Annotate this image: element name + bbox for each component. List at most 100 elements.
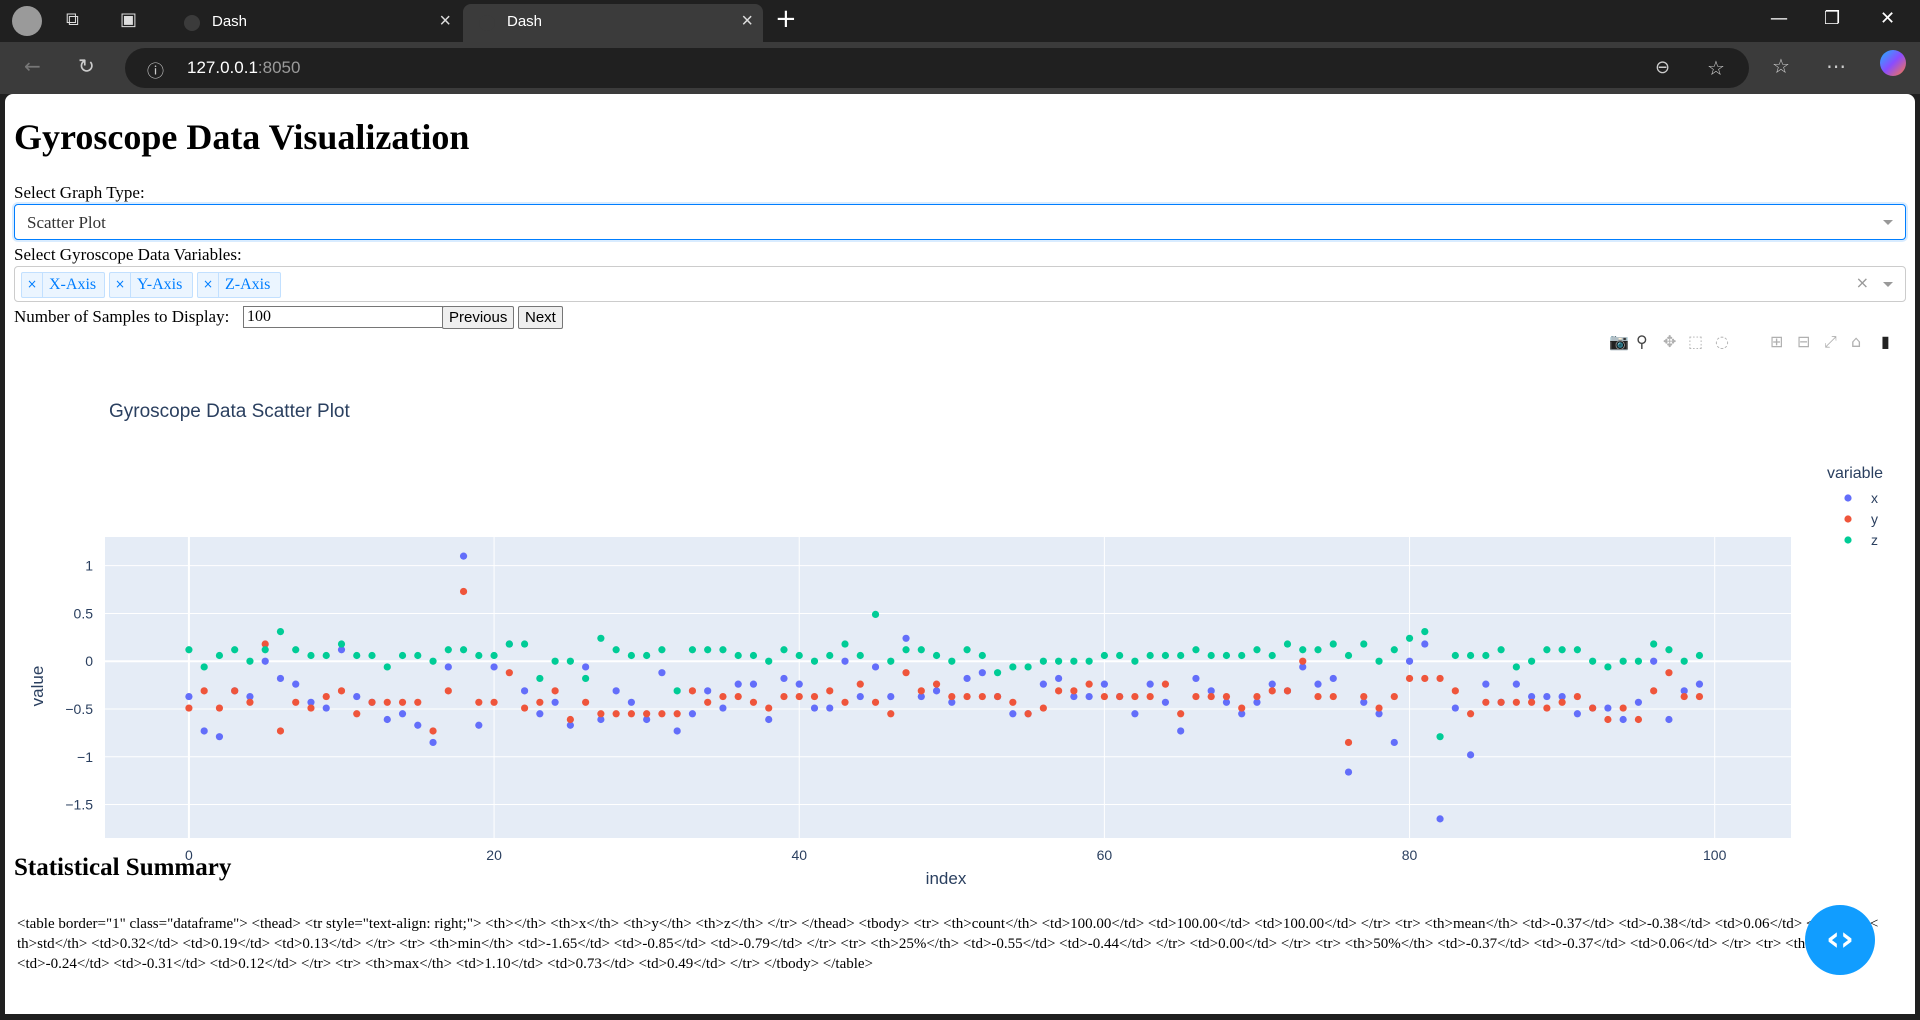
y-tick-label: −0.5 <box>65 701 93 717</box>
point-y <box>978 692 986 701</box>
point-x <box>1695 680 1704 688</box>
point-y <box>917 687 925 695</box>
point-z <box>429 657 437 665</box>
point-z <box>612 646 620 654</box>
dash-devtools-button[interactable]: ‹› <box>1805 905 1875 975</box>
point-x <box>414 721 422 729</box>
point-z <box>1009 663 1017 671</box>
scatter-chart[interactable]: Gyroscope Data Scatter Plot 0 20 40 60 80 100… <box>5 348 1915 908</box>
close-window-icon[interactable]: ✕ <box>1880 8 1895 29</box>
copilot-icon[interactable] <box>1880 50 1906 76</box>
new-tab-icon[interactable]: + <box>775 4 797 34</box>
point-y <box>780 692 788 701</box>
point-x <box>1466 751 1475 759</box>
point-x <box>1039 680 1047 688</box>
legend-label-y: y <box>1871 511 1878 527</box>
favorite-star-icon[interactable]: ☆ <box>1707 56 1725 80</box>
point-y <box>841 698 849 706</box>
point-y <box>704 698 712 706</box>
next-button[interactable]: Next <box>518 306 563 329</box>
point-x <box>398 710 407 718</box>
legend[interactable]: variable xyz <box>1827 465 1883 548</box>
point-y <box>1695 692 1704 701</box>
point-y <box>673 710 681 718</box>
point-y <box>1604 715 1612 724</box>
point-y <box>1329 692 1337 701</box>
point-y <box>246 698 254 706</box>
point-x <box>978 669 986 677</box>
point-z <box>856 651 864 660</box>
remove-chip-icon[interactable]: × <box>198 273 219 297</box>
point-x <box>1482 680 1490 688</box>
point-x <box>1619 715 1627 724</box>
close-tab-icon[interactable]: × <box>439 10 451 33</box>
point-x <box>1268 680 1276 688</box>
point-x <box>810 704 819 712</box>
refresh-icon[interactable]: ↻ <box>78 54 95 78</box>
minimize-icon[interactable]: — <box>1770 8 1788 29</box>
point-y <box>902 669 910 677</box>
point-x <box>765 715 773 724</box>
profile-avatar[interactable] <box>12 6 42 36</box>
point-y <box>643 710 651 718</box>
remove-chip-icon[interactable]: × <box>22 273 43 297</box>
point-y <box>1070 687 1078 695</box>
plot-background <box>105 537 1791 838</box>
chevron-down-icon[interactable] <box>1883 282 1893 287</box>
point-x <box>1055 674 1063 683</box>
point-x <box>444 663 452 671</box>
point-z <box>337 640 346 648</box>
point-x <box>582 663 590 671</box>
point-z <box>1131 657 1139 665</box>
point-x <box>1421 640 1429 648</box>
chart-title: Gyroscope Data Scatter Plot <box>109 401 350 422</box>
zoom-icon[interactable]: ⊖ <box>1655 57 1670 78</box>
point-x <box>1604 704 1612 712</box>
tab-dash-1[interactable]: Dash × <box>168 4 461 42</box>
point-z <box>1680 657 1688 665</box>
point-z <box>643 651 651 660</box>
chevron-down-icon[interactable] <box>1883 220 1893 225</box>
plot-area[interactable] <box>105 537 1791 838</box>
clear-all-icon[interactable]: × <box>1856 273 1869 292</box>
point-y <box>1192 692 1200 701</box>
point-x <box>1405 657 1414 665</box>
previous-button[interactable]: Previous <box>442 306 515 329</box>
point-x <box>383 715 391 724</box>
point-z <box>307 651 315 660</box>
variables-multiselect[interactable]: × X-Axis × Y-Axis × Z-Axis × <box>14 266 1906 302</box>
tab-actions-icon[interactable]: ▣ <box>120 9 137 30</box>
workspaces-icon[interactable]: ⧉ <box>66 9 79 30</box>
back-icon[interactable]: ← <box>24 54 41 78</box>
close-tab-icon[interactable]: × <box>741 10 753 33</box>
favorites-icon[interactable]: ☆ <box>1772 54 1790 78</box>
samples-input[interactable] <box>243 306 443 328</box>
point-y <box>414 698 422 706</box>
tab-dash-2[interactable]: Dash × <box>463 4 763 42</box>
point-x <box>871 663 880 671</box>
point-x <box>292 680 300 688</box>
point-x <box>536 710 544 718</box>
point-z <box>841 640 849 648</box>
point-z <box>1466 651 1475 660</box>
point-x <box>658 669 666 677</box>
point-x <box>1512 680 1520 688</box>
point-y <box>1131 692 1139 701</box>
more-menu-icon[interactable]: ⋯ <box>1826 54 1846 78</box>
point-x <box>475 721 483 729</box>
url-field[interactable]: ⓘ 127.0.0.1:8050 ⊖ ☆ <box>125 48 1749 88</box>
point-z <box>1299 646 1307 654</box>
point-y <box>536 698 544 706</box>
site-info-icon[interactable]: ⓘ <box>147 57 164 82</box>
point-y <box>871 698 880 706</box>
point-y <box>353 710 361 718</box>
point-z <box>1619 657 1627 665</box>
legend-marker-z <box>1844 536 1852 544</box>
point-y <box>566 715 574 724</box>
remove-chip-icon[interactable]: × <box>110 273 131 297</box>
point-z <box>582 674 590 683</box>
point-z <box>1451 651 1459 660</box>
graph-type-dropdown[interactable]: Scatter Plot <box>14 204 1906 240</box>
variable-chip-y: × Y-Axis <box>109 272 193 298</box>
restore-icon[interactable]: ❐ <box>1824 8 1840 29</box>
